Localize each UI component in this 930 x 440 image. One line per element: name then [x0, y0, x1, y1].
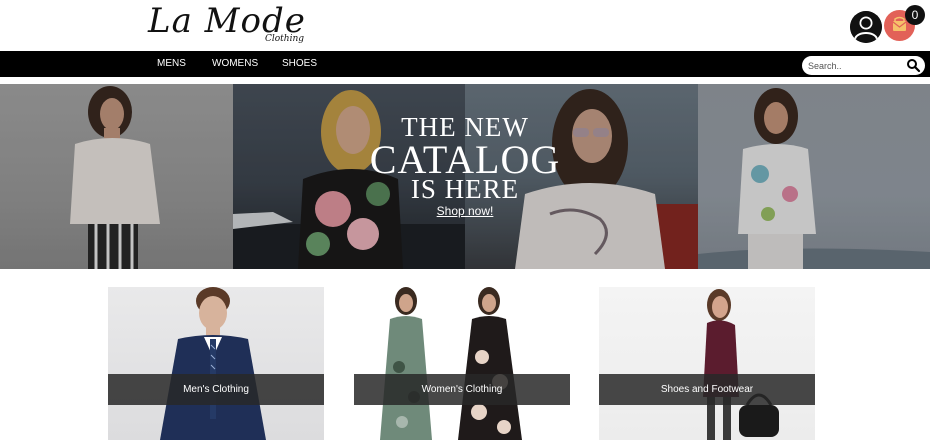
category-image-mens: [160, 287, 266, 440]
category-label-shoes: Shoes and Footwear: [599, 374, 815, 405]
hero-banner: THE NEW CATALOG IS HERE Shop now!: [0, 84, 930, 269]
category-card-womens[interactable]: Women's Clothing: [354, 287, 570, 440]
nav-item-womens[interactable]: WOMENS: [212, 51, 258, 77]
main-nav: MENS WOMENS SHOES: [0, 51, 930, 77]
hero-line-3: IS HERE: [410, 174, 520, 204]
site-header: La Mode Clothing 0: [0, 0, 930, 51]
category-card-shoes[interactable]: Shoes and Footwear: [599, 287, 815, 440]
cart-count-badge: 0: [905, 5, 925, 25]
nav-item-shoes[interactable]: SHOES: [282, 51, 317, 77]
search-box: [802, 56, 925, 75]
category-label-mens: Men's Clothing: [108, 374, 324, 405]
search-input[interactable]: [808, 58, 904, 73]
brand-tagline: Clothing: [265, 34, 305, 44]
shop-now-link[interactable]: Shop now!: [0, 204, 930, 218]
category-image-womens: [380, 287, 522, 440]
brand-logo[interactable]: La Mode Clothing: [148, 0, 318, 48]
nav-item-mens[interactable]: MENS: [157, 51, 186, 77]
category-label-womens: Women's Clothing: [354, 374, 570, 405]
category-card-mens[interactable]: Men's Clothing: [108, 287, 324, 440]
user-icon[interactable]: [850, 11, 882, 43]
search-icon[interactable]: [906, 58, 921, 73]
category-image-shoes: [703, 289, 779, 440]
